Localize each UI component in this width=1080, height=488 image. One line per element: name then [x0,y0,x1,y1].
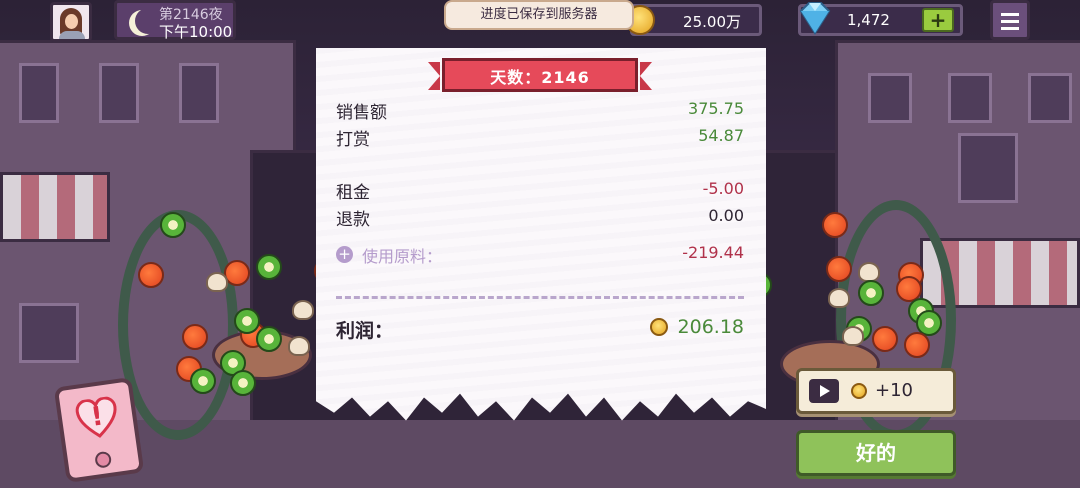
avatar-face [65,14,78,29]
phone-notification-button[interactable]: ! [53,377,145,483]
add-gems-button[interactable]: + [922,8,954,32]
tomato-slice-icon [182,324,208,350]
ingredients-label[interactable]: 使用原料： [362,243,442,267]
pepper-slice-icon [256,254,282,280]
save-toast: 进度已保存到服务器 [444,0,634,30]
pepper-slice-icon [160,212,186,238]
window [948,73,992,123]
moon-icon [135,8,161,34]
ok-button[interactable]: 好的 [796,430,956,476]
coin-amount: 25.00万 [683,13,741,31]
sales-label: 销售额 [336,103,387,123]
profit-value: 206.18 [677,316,744,338]
ingredients-value: -219.44 [682,243,744,262]
window [958,133,1018,203]
mushroom-icon [206,272,228,292]
rent-value: -5.00 [702,179,744,198]
refund-value: 0.00 [708,206,744,225]
window [1028,73,1072,123]
window [868,73,912,123]
mushroom-icon [842,326,864,346]
phone-home-button-icon [94,450,113,469]
ad-reward-amount: +10 [875,380,913,401]
expand-ingredients-icon[interactable]: + [336,246,353,263]
pepper-slice-icon [858,280,884,306]
window [99,63,139,123]
diamond-icon [799,2,831,35]
shop-awning-left [0,172,110,242]
mushroom-icon [858,262,880,282]
window [179,63,219,123]
mushroom-icon [292,300,314,320]
pepper-slice-icon [234,308,260,334]
ribbon-tail [640,62,652,90]
game-clock: 下午10:00 [159,23,233,41]
receipt-divider [336,296,744,299]
gem-balance: 1,472 + [798,2,963,36]
menu-icon-line [1001,13,1019,16]
tomato-slice-icon [138,262,164,288]
window [19,63,59,123]
tips-value: 54.87 [698,126,744,145]
menu-icon-line [1001,27,1019,30]
tomato-slice-icon [904,332,930,358]
mushroom-icon [828,288,850,308]
menu-icon-line [1001,20,1019,23]
menu-button[interactable] [990,0,1030,40]
pepper-slice-icon [190,368,216,394]
gem-amount: 1,472 [847,11,890,29]
vine-arch-left [118,210,238,440]
tomato-slice-icon [826,256,852,282]
sales-value: 375.75 [688,99,744,118]
avatar-shirt [59,31,85,39]
ribbon-tail [428,62,440,90]
tomato-slice-icon [822,212,848,238]
profit-label: 利润： [336,320,394,342]
pepper-slice-icon [256,326,282,352]
rent-label: 租金 [336,183,370,203]
tips-label: 打赏 [336,130,370,150]
mushroom-icon [288,336,310,356]
window [19,303,79,363]
refund-label: 退款 [336,210,370,230]
player-avatar[interactable] [50,2,92,42]
day-ribbon: 天数：2146 [428,58,652,92]
pepper-slice-icon [230,370,256,396]
watch-ad-reward-button[interactable]: +10 [796,368,956,414]
coin-icon [650,318,668,336]
receipt-title: 天数：2146 [490,68,590,87]
video-play-icon [809,379,839,403]
tomato-slice-icon [872,326,898,352]
coin-balance: 25.00万 [625,4,762,36]
coin-icon [851,383,867,399]
day-time-panel: 第2146夜 下午10:00 [114,0,236,41]
